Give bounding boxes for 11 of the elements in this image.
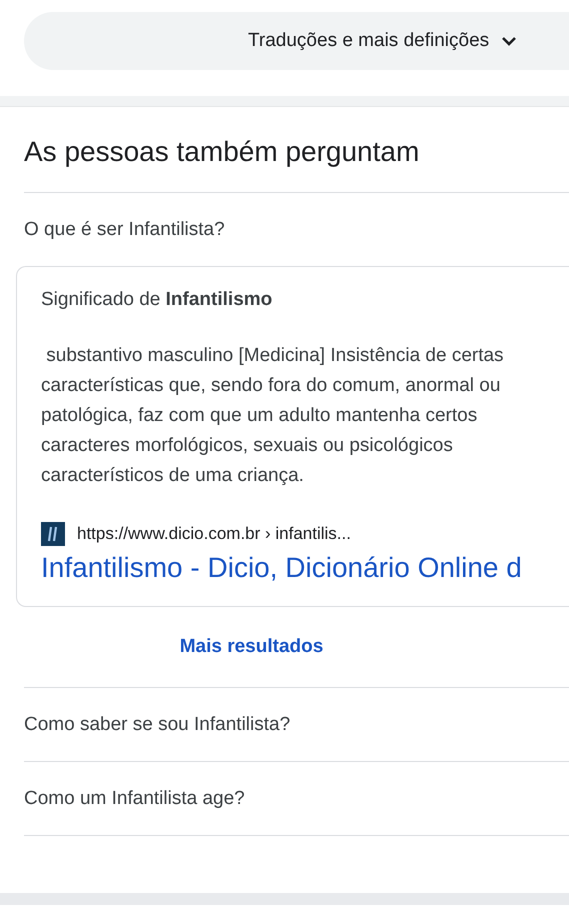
section-title: As pessoas também perguntam <box>24 111 569 193</box>
result-link[interactable]: Infantilismo - Dicio, Dicionário Online d <box>41 552 522 584</box>
answer-text: substantivo masculino [Medicina] Insistência de certas características que, sendo fora do comum, anormal ou patológica, faz com que um adulto mantenha certos caracteres morfológicos, sexuais ou psicológicos característicos de uma criança. <box>41 344 505 488</box>
question-item[interactable]: O que é ser Infantilista? <box>24 218 225 240</box>
more-results-link[interactable]: Mais resultados <box>180 636 324 658</box>
site-logo-icon <box>41 522 65 546</box>
source-url: https://www.dicio.com.br › infantilis... <box>77 524 351 544</box>
question-item[interactable]: Como saber se sou Infantilista? <box>24 714 290 736</box>
question-item[interactable]: Como um Infantilista age? <box>24 788 245 810</box>
expand-chip[interactable]: Traduções e mais definições <box>24 12 569 70</box>
answer-heading: Significado de Infantilismo <box>41 289 274 311</box>
